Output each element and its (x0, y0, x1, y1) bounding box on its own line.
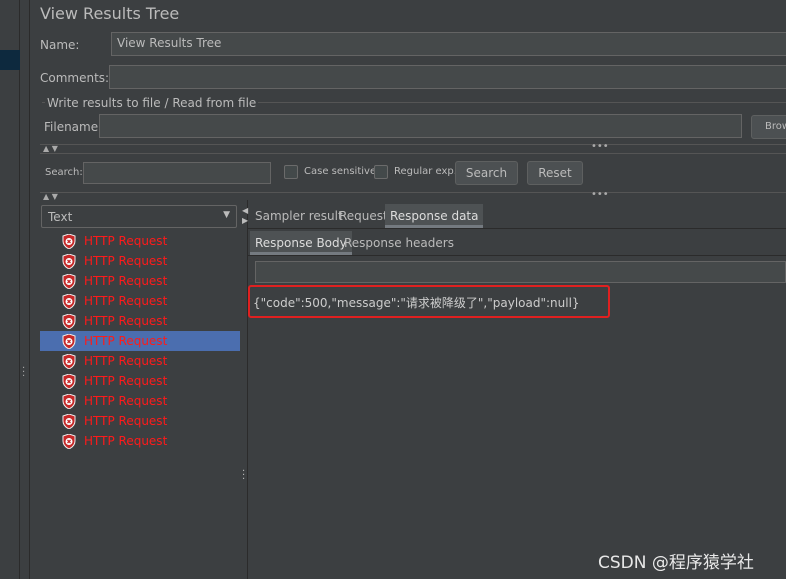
error-shield-icon (62, 393, 76, 409)
result-label: HTTP Request (84, 274, 168, 288)
result-label: HTTP Request (84, 394, 168, 408)
result-label: HTTP Request (84, 234, 168, 248)
result-label: HTTP Request (84, 414, 168, 428)
error-shield-icon (62, 293, 76, 309)
error-shield-icon (62, 253, 76, 269)
highlight-box (248, 285, 610, 318)
comments-field[interactable] (109, 65, 786, 89)
splitter-handle[interactable]: · · · (22, 364, 25, 382)
reset-button[interactable]: Reset (527, 161, 583, 185)
page-title: View Results Tree (40, 4, 180, 23)
result-label: HTTP Request (84, 334, 168, 348)
result-item[interactable]: HTTP Request (40, 411, 240, 431)
result-item[interactable]: HTTP Request (40, 231, 240, 251)
browse-button[interactable]: Brow (751, 115, 786, 139)
result-label: HTTP Request (84, 294, 168, 308)
regex-checkbox[interactable] (374, 165, 388, 179)
left-tree-selected-node[interactable] (0, 50, 20, 70)
result-label: HTTP Request (84, 354, 168, 368)
divider-handle[interactable]: · · · (242, 467, 245, 485)
regex-label: Regular exp. (394, 166, 457, 177)
filename-label: Filename (44, 120, 99, 134)
search-button[interactable]: Search (455, 161, 518, 185)
collapse-left-icon[interactable]: ◀ ▶ (242, 206, 248, 226)
error-shield-icon (62, 373, 76, 389)
error-shield-icon (62, 353, 76, 369)
result-item[interactable]: HTTP Request (40, 371, 240, 391)
vertical-divider[interactable] (240, 200, 248, 579)
response-search-field[interactable] (255, 261, 786, 283)
error-shield-icon (62, 413, 76, 429)
chevron-down-icon: ▼ (223, 210, 230, 220)
result-item[interactable]: HTTP Request (40, 351, 240, 371)
subtab-response-headers[interactable]: Response headers (339, 231, 459, 255)
result-label: HTTP Request (84, 434, 168, 448)
split-dots-2[interactable]: ••• (591, 189, 609, 200)
left-tree-strip (0, 0, 20, 579)
case-sensitive-label: Case sensitive (304, 166, 377, 177)
search-input[interactable] (83, 162, 271, 184)
result-item[interactable]: HTTP Request (40, 391, 240, 411)
error-shield-icon (62, 433, 76, 449)
error-shield-icon (62, 233, 76, 249)
file-section-title: Write results to file / Read from file (45, 96, 259, 110)
split-dots[interactable]: ••• (591, 141, 609, 152)
result-item[interactable]: HTTP Request (40, 271, 240, 291)
renderer-select[interactable]: Text ▼ (41, 205, 237, 228)
result-item[interactable]: HTTP Request (40, 291, 240, 311)
watermark: CSDN @程序猿学社 (598, 553, 754, 573)
renderer-value: Text (48, 210, 73, 224)
error-shield-icon (62, 333, 76, 349)
case-sensitive-checkbox[interactable] (284, 165, 298, 179)
splitter[interactable] (20, 0, 30, 579)
name-label: Name: (40, 38, 80, 52)
result-item[interactable]: HTTP Request (40, 251, 240, 271)
subtab-response-body[interactable]: Response Body (250, 231, 352, 255)
collapse-arrows[interactable]: ▲ ▼ (43, 144, 58, 153)
filename-field[interactable] (99, 114, 742, 138)
result-item[interactable]: HTTP Request (40, 331, 240, 351)
comments-label: Comments: (40, 71, 110, 85)
result-label: HTTP Request (84, 374, 168, 388)
result-item[interactable]: HTTP Request (40, 431, 240, 451)
error-shield-icon (62, 273, 76, 289)
tab-response-data[interactable]: Response data (385, 204, 484, 228)
result-label: HTTP Request (84, 314, 168, 328)
result-label: HTTP Request (84, 254, 168, 268)
name-field[interactable]: View Results Tree (111, 32, 786, 56)
result-item[interactable]: HTTP Request (40, 311, 240, 331)
tab-request[interactable]: Request (334, 204, 393, 228)
collapse-arrows-2[interactable]: ▲ ▼ (43, 192, 58, 201)
search-label: Search: (45, 167, 83, 178)
error-shield-icon (62, 313, 76, 329)
